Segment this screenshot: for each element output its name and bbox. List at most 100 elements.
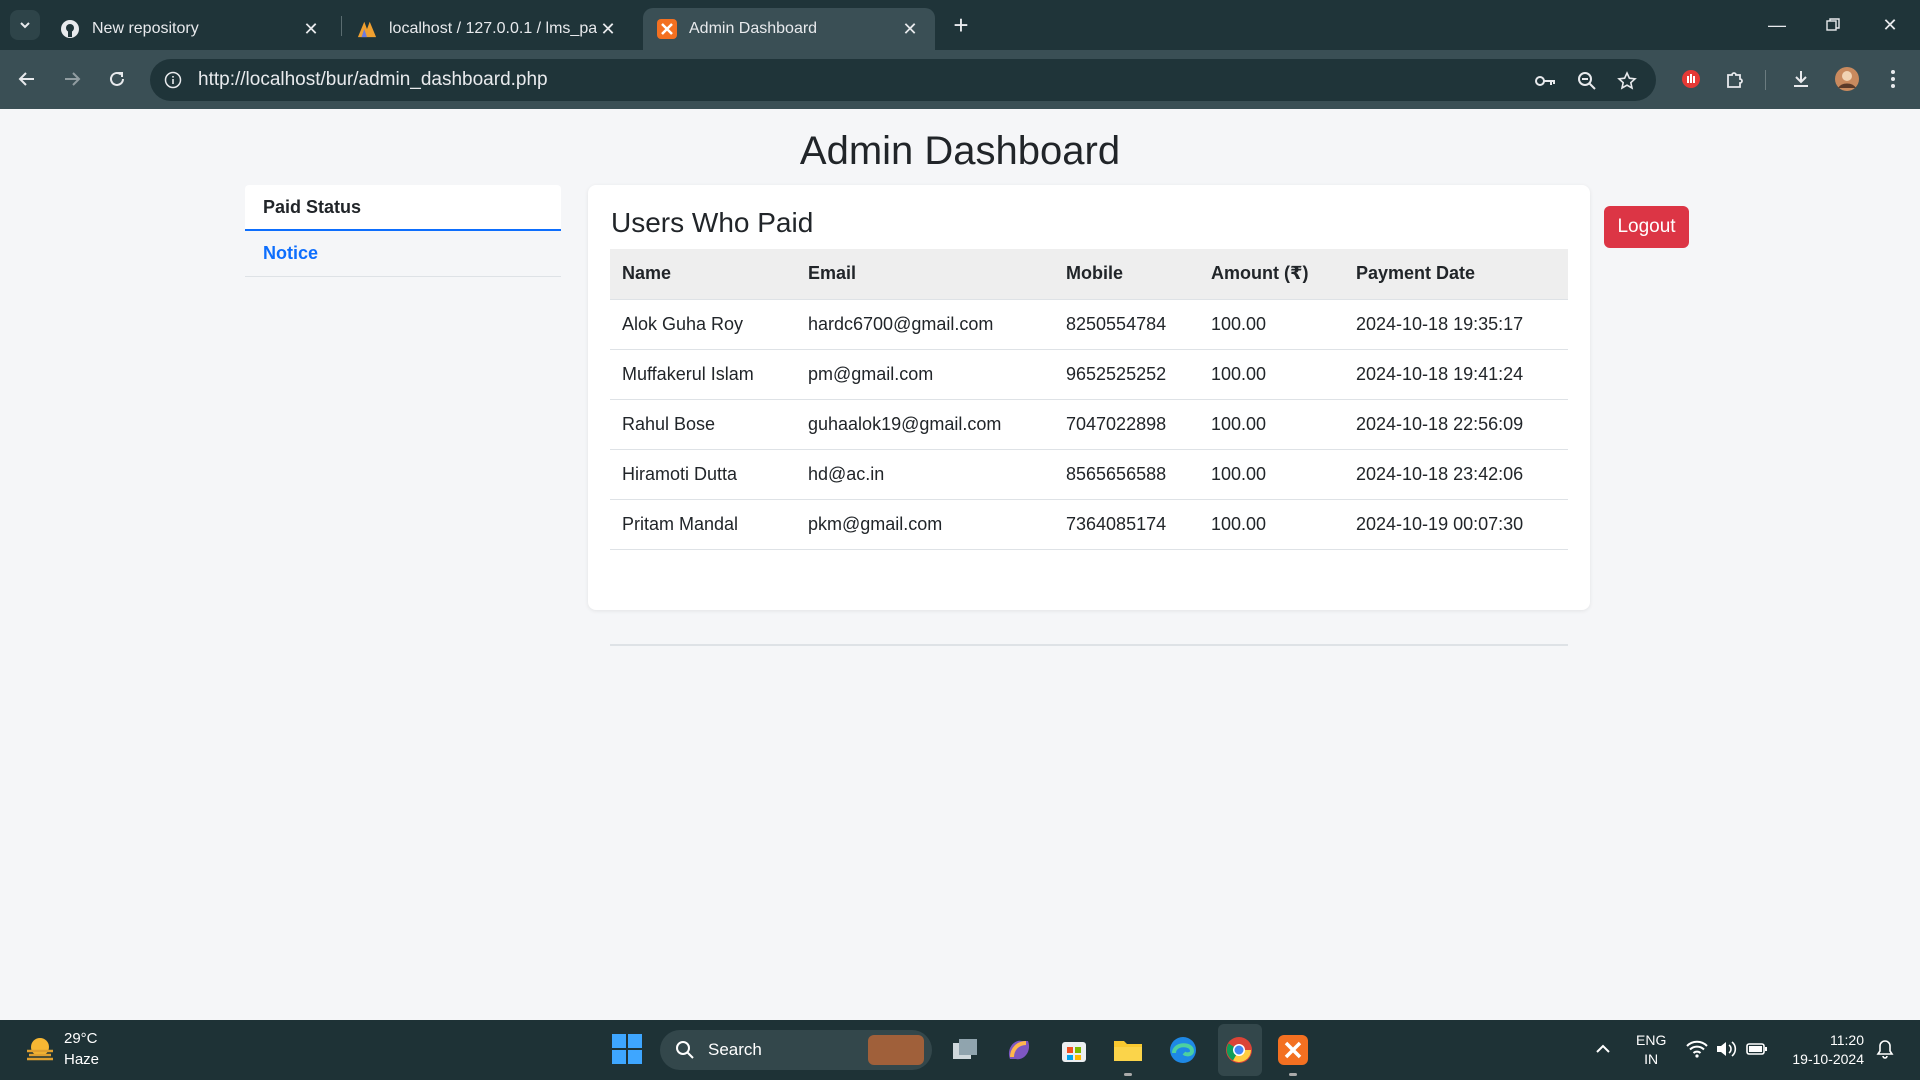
table-row: Alok Guha Roy hardc6700@gmail.com 825055… xyxy=(610,299,1568,350)
card-title: Users Who Paid xyxy=(611,207,814,238)
bookmark-star-icon[interactable] xyxy=(1615,69,1639,93)
cell-mobile: 8565656588 xyxy=(1054,449,1199,500)
weather-haze-icon[interactable] xyxy=(24,1034,56,1066)
input-language[interactable]: ENG IN xyxy=(1636,1031,1666,1069)
paid-users-table: Name Email Mobile Amount (₹) Payment Dat… xyxy=(610,249,1568,550)
weather-temperature[interactable]: 29°C xyxy=(64,1030,98,1047)
paid-users-card: Users Who Paid Name Email Mobile Amount … xyxy=(588,185,1590,646)
toolbar-divider xyxy=(1765,70,1766,90)
sidebar-item-label: Notice xyxy=(263,243,319,263)
cell-email: hd@ac.in xyxy=(796,449,1054,500)
key-icon[interactable] xyxy=(1534,69,1558,93)
xampp-control-icon[interactable] xyxy=(1276,1033,1310,1076)
volume-icon[interactable] xyxy=(1715,1038,1737,1060)
cell-payment-date: 2024-10-18 22:56:09 xyxy=(1344,399,1568,450)
taskbar: 29°C Haze Search ENG IN 11:20 19-10-2024 xyxy=(0,1020,1920,1080)
taskbar-search[interactable]: Search xyxy=(660,1030,932,1070)
cell-name: Pritam Mandal xyxy=(610,499,796,550)
cell-email: pkm@gmail.com xyxy=(796,499,1054,550)
language-code: ENG xyxy=(1636,1032,1667,1048)
cell-mobile: 8250554784 xyxy=(1054,299,1199,350)
microsoft-store-icon[interactable] xyxy=(1057,1033,1091,1067)
column-header-mobile: Mobile xyxy=(1054,249,1199,300)
battery-icon[interactable] xyxy=(1746,1038,1768,1060)
wifi-icon[interactable] xyxy=(1686,1038,1708,1060)
back-icon[interactable] xyxy=(12,64,42,94)
cell-mobile: 7047022898 xyxy=(1054,399,1199,450)
cell-payment-date: 2024-10-19 00:07:30 xyxy=(1344,499,1568,550)
extension-stop-icon[interactable] xyxy=(1676,64,1706,94)
extensions-puzzle-icon[interactable] xyxy=(1720,64,1750,94)
profile-avatar[interactable] xyxy=(1832,64,1862,94)
cell-email: pm@gmail.com xyxy=(796,349,1054,400)
forward-icon[interactable] xyxy=(57,64,87,94)
tab-search-button[interactable] xyxy=(10,10,40,40)
table-row: Muffakerul Islam pm@gmail.com 9652525252… xyxy=(610,349,1568,400)
close-icon[interactable]: ✕ xyxy=(597,18,619,40)
site-info-icon[interactable] xyxy=(162,69,184,91)
close-icon[interactable]: ✕ xyxy=(300,18,322,40)
tab-title: New repository xyxy=(92,20,199,37)
new-tab-button[interactable]: + xyxy=(948,10,974,40)
tab-new-repository[interactable]: New repository ✕ xyxy=(46,8,336,50)
tab-phpmyadmin[interactable]: localhost / 127.0.0.1 / lms_paym ✕ xyxy=(343,8,633,50)
browser-toolbar: http://localhost/bur/admin_dashboard.php xyxy=(0,50,1920,109)
sidebar: Paid Status Notice xyxy=(245,185,561,277)
chrome-browser-icon[interactable] xyxy=(1222,1033,1256,1067)
sidebar-item-notice[interactable]: Notice xyxy=(245,231,561,277)
cell-amount: 100.00 xyxy=(1199,449,1344,500)
cell-payment-date: 2024-10-18 23:42:06 xyxy=(1344,449,1568,500)
task-view-icon[interactable] xyxy=(948,1033,982,1067)
sidebar-item-paid-status[interactable]: Paid Status xyxy=(245,185,561,231)
address-bar[interactable]: http://localhost/bur/admin_dashboard.php xyxy=(150,59,1656,101)
notifications-icon[interactable] xyxy=(1874,1038,1896,1060)
cell-amount: 100.00 xyxy=(1199,499,1344,550)
edge-browser-icon[interactable] xyxy=(1166,1033,1200,1067)
cell-payment-date: 2024-10-18 19:41:24 xyxy=(1344,349,1568,400)
cell-email: hardc6700@gmail.com xyxy=(796,299,1054,350)
close-icon[interactable]: ✕ xyxy=(899,18,921,40)
window-close-icon[interactable]: ✕ xyxy=(1875,10,1905,40)
cell-amount: 100.00 xyxy=(1199,399,1344,450)
cell-mobile: 7364085174 xyxy=(1054,499,1199,550)
browser-tab-strip: New repository ✕ localhost / 127.0.0.1 /… xyxy=(0,0,1920,50)
cell-email: guhaalok19@gmail.com xyxy=(796,399,1054,450)
cell-name: Rahul Bose xyxy=(610,399,796,450)
sidebar-item-label: Paid Status xyxy=(263,196,362,217)
page-content: Admin Dashboard Paid Status Notice Users… xyxy=(0,109,1920,1020)
phpmyadmin-icon xyxy=(357,19,377,39)
restore-icon[interactable] xyxy=(1818,10,1848,40)
search-highlight-image xyxy=(868,1035,924,1065)
clock-time: 11:20 xyxy=(1830,1032,1864,1048)
table-bottom-divider xyxy=(610,644,1568,646)
weather-description[interactable]: Haze xyxy=(64,1051,99,1068)
tab-admin-dashboard[interactable]: Admin Dashboard ✕ xyxy=(643,8,935,50)
tab-title: Admin Dashboard xyxy=(689,20,818,37)
table-row: Pritam Mandal pkm@gmail.com 7364085174 1… xyxy=(610,499,1568,550)
copilot-icon[interactable] xyxy=(1002,1033,1036,1067)
reload-icon[interactable] xyxy=(102,64,132,94)
clock[interactable]: 11:20 19-10-2024 xyxy=(1786,1031,1864,1069)
file-explorer-icon[interactable] xyxy=(1111,1033,1145,1076)
logout-button[interactable]: Logout xyxy=(1604,206,1689,248)
minimize-icon[interactable]: — xyxy=(1762,10,1792,40)
column-header-payment-date: Payment Date xyxy=(1344,249,1568,300)
chevron-up-icon[interactable] xyxy=(1592,1038,1614,1060)
download-icon[interactable] xyxy=(1786,64,1816,94)
url-text: http://localhost/bur/admin_dashboard.php xyxy=(198,69,548,90)
cell-mobile: 9652525252 xyxy=(1054,349,1199,400)
tab-title: localhost / 127.0.0.1 / lms_paym xyxy=(389,20,597,37)
column-header-email: Email xyxy=(796,249,1054,300)
cell-payment-date: 2024-10-18 19:35:17 xyxy=(1344,299,1568,350)
github-icon xyxy=(60,19,80,39)
table-row: Rahul Bose guhaalok19@gmail.com 70470228… xyxy=(610,399,1568,450)
clock-date: 19-10-2024 xyxy=(1792,1051,1864,1067)
windows-start-icon[interactable] xyxy=(612,1034,642,1064)
xampp-icon xyxy=(657,19,677,39)
more-menu-icon[interactable] xyxy=(1878,64,1908,94)
cell-amount: 100.00 xyxy=(1199,349,1344,400)
zoom-icon[interactable] xyxy=(1575,69,1599,93)
tab-divider xyxy=(341,16,342,36)
cell-name: Alok Guha Roy xyxy=(610,299,796,350)
cell-name: Hiramoti Dutta xyxy=(610,449,796,500)
